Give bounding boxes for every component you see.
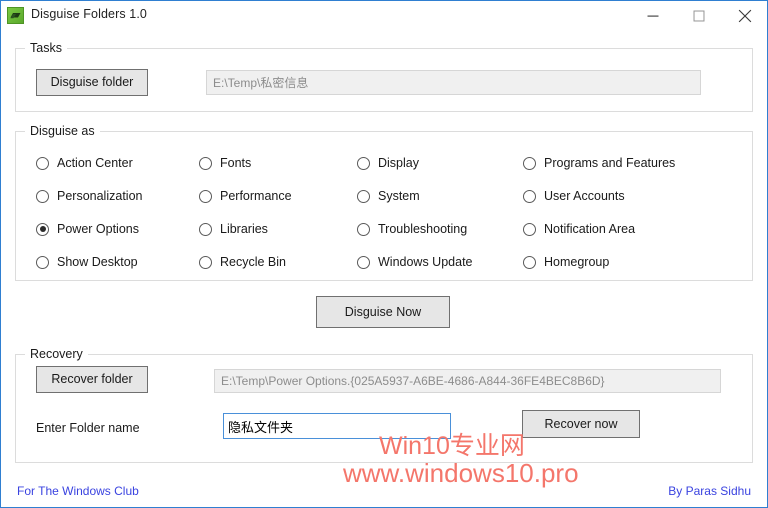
radio-indicator (523, 156, 536, 170)
author-link[interactable]: By Paras Sidhu (668, 484, 751, 498)
radio-personalization[interactable]: Personalization (36, 187, 142, 205)
tasks-group-label: Tasks (25, 41, 67, 55)
radio-indicator (357, 255, 370, 269)
windows-club-link[interactable]: For The Windows Club (17, 484, 139, 498)
radio-indicator (36, 156, 49, 170)
radio-label: Libraries (220, 222, 268, 236)
radio-action-center[interactable]: Action Center (36, 154, 133, 172)
radio-fonts[interactable]: Fonts (199, 154, 251, 172)
radio-label: Display (378, 156, 419, 170)
recovery-group-label: Recovery (25, 347, 88, 361)
radio-performance[interactable]: Performance (199, 187, 292, 205)
radio-label: Windows Update (378, 255, 473, 269)
close-button[interactable] (722, 1, 767, 30)
app-icon (7, 7, 24, 24)
radio-indicator (199, 255, 212, 269)
recover-folder-button[interactable]: Recover folder (36, 366, 148, 393)
disguise-path-field[interactable]: E:\Temp\私密信息 (206, 70, 701, 95)
title-bar: Disguise Folders 1.0 (1, 1, 767, 32)
folder-glyph-icon (10, 13, 21, 19)
radio-recycle-bin[interactable]: Recycle Bin (199, 253, 286, 271)
radio-indicator (357, 189, 370, 203)
recover-now-button[interactable]: Recover now (522, 410, 640, 438)
radio-display[interactable]: Display (357, 154, 419, 172)
radio-notification-area[interactable]: Notification Area (523, 220, 635, 238)
radio-user-accounts[interactable]: User Accounts (523, 187, 625, 205)
radio-label: User Accounts (544, 189, 625, 203)
radio-label: Homegroup (544, 255, 610, 269)
maximize-icon (693, 10, 704, 21)
recovery-path-field[interactable]: E:\Temp\Power Options.{025A5937-A6BE-468… (214, 369, 721, 393)
radio-indicator (357, 156, 370, 170)
disguise-now-button[interactable]: Disguise Now (316, 296, 450, 328)
radio-label: Fonts (220, 156, 252, 170)
radio-indicator (357, 222, 370, 236)
radio-system[interactable]: System (357, 187, 420, 205)
radio-label: Programs and Features (544, 156, 676, 170)
radio-label: Show Desktop (57, 255, 138, 269)
maximize-button[interactable] (676, 1, 721, 30)
window-title: Disguise Folders 1.0 (31, 7, 147, 21)
radio-troubleshooting[interactable]: Troubleshooting (357, 220, 467, 238)
radio-indicator (523, 255, 536, 269)
minimize-button[interactable] (630, 1, 675, 30)
app-window: Disguise Folders 1.0 Tasks Disguise fold… (0, 0, 768, 508)
radio-label: Action Center (57, 156, 133, 170)
radio-label: Personalization (57, 189, 143, 203)
radio-indicator (36, 189, 49, 203)
radio-power-options[interactable]: Power Options (36, 220, 139, 238)
disguise-as-group-label: Disguise as (25, 124, 100, 138)
folder-name-input[interactable] (223, 413, 451, 439)
radio-indicator (199, 156, 212, 170)
radio-indicator (523, 222, 536, 236)
radio-indicator (199, 189, 212, 203)
radio-label: Recycle Bin (220, 255, 286, 269)
radio-homegroup[interactable]: Homegroup (523, 253, 609, 271)
minimize-icon (647, 15, 658, 17)
radio-label: System (378, 189, 420, 203)
radio-label: Troubleshooting (378, 222, 468, 236)
disguise-folder-button[interactable]: Disguise folder (36, 69, 148, 96)
radio-show-desktop[interactable]: Show Desktop (36, 253, 138, 271)
radio-label: Power Options (57, 222, 139, 236)
radio-indicator (36, 222, 49, 236)
folder-name-label: Enter Folder name (36, 421, 140, 435)
close-icon (738, 9, 751, 22)
radio-indicator (199, 222, 212, 236)
radio-programs-and-features[interactable]: Programs and Features (523, 154, 675, 172)
radio-label: Notification Area (544, 222, 636, 236)
radio-indicator (523, 189, 536, 203)
radio-libraries[interactable]: Libraries (199, 220, 268, 238)
radio-label: Performance (220, 189, 292, 203)
radio-indicator (36, 255, 49, 269)
radio-windows-update[interactable]: Windows Update (357, 253, 473, 271)
